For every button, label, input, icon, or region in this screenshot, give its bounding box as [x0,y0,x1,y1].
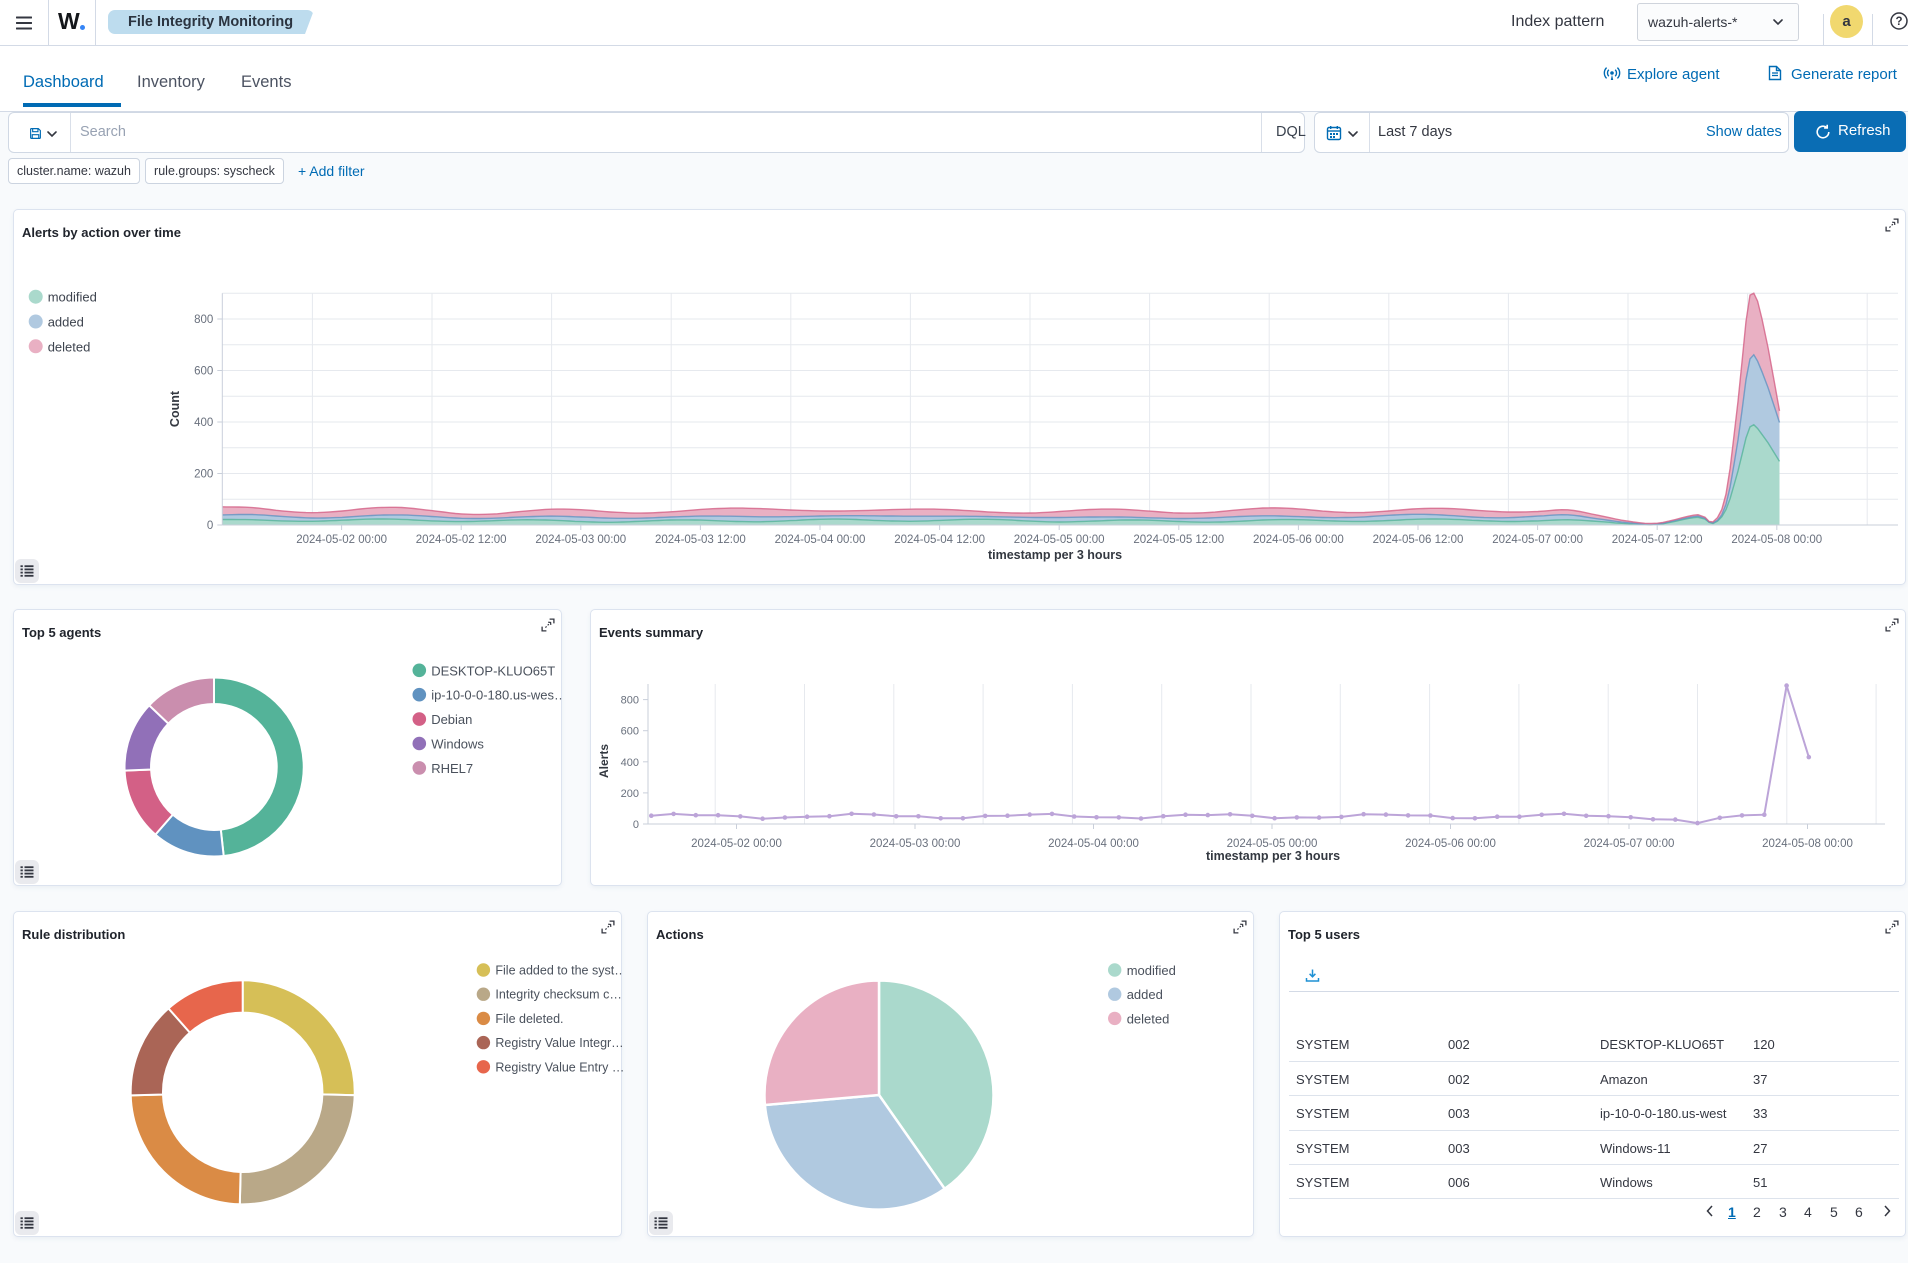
svg-text:timestamp per 3 hours: timestamp per 3 hours [1206,849,1340,863]
svg-text:RHEL7: RHEL7 [431,761,473,776]
svg-text:800: 800 [194,314,213,326]
svg-text:deleted: deleted [48,339,91,354]
svg-text:2024-05-07 12:00: 2024-05-07 12:00 [1612,534,1703,546]
svg-text:2024-05-02 12:00: 2024-05-02 12:00 [416,534,507,546]
svg-text:600: 600 [194,366,213,378]
svg-text:2024-05-07 00:00: 2024-05-07 00:00 [1492,534,1583,546]
svg-text:?: ? [1895,16,1902,28]
svg-text:600: 600 [621,726,639,738]
svg-text:2024-05-04 00:00: 2024-05-04 00:00 [1048,838,1139,850]
svg-text:added: added [1127,987,1163,1002]
svg-text:2024-05-02 00:00: 2024-05-02 00:00 [296,534,387,546]
svg-text:2024-05-06 00:00: 2024-05-06 00:00 [1253,534,1344,546]
svg-text:2024-05-03 00:00: 2024-05-03 00:00 [535,534,626,546]
svg-text:2024-05-04 12:00: 2024-05-04 12:00 [894,534,985,546]
svg-text:2024-05-08 00:00: 2024-05-08 00:00 [1731,534,1822,546]
svg-text:Count: Count [168,390,182,427]
svg-text:Registry Value Entry …: Registry Value Entry … [495,1060,623,1074]
svg-text:400: 400 [621,757,639,769]
svg-text:Integrity checksum c…: Integrity checksum c… [495,988,621,1002]
svg-text:2024-05-05 00:00: 2024-05-05 00:00 [1014,534,1105,546]
svg-text:800: 800 [621,695,639,707]
svg-text:timestamp per 3 hours: timestamp per 3 hours [988,548,1122,562]
svg-text:Registry Value Integr…: Registry Value Integr… [495,1036,623,1050]
svg-text:2024-05-06 12:00: 2024-05-06 12:00 [1373,534,1464,546]
svg-text:0: 0 [633,819,639,831]
svg-text:0: 0 [207,520,213,532]
svg-text:2024-05-04 00:00: 2024-05-04 00:00 [775,534,866,546]
svg-text:200: 200 [621,788,639,800]
svg-text:2024-05-03 00:00: 2024-05-03 00:00 [870,838,961,850]
svg-text:modified: modified [48,290,97,305]
svg-text:Debian: Debian [431,712,472,727]
svg-text:File deleted.: File deleted. [495,1012,563,1026]
svg-text:deleted: deleted [1127,1011,1170,1026]
svg-text:Alerts: Alerts [597,744,611,778]
svg-text:added: added [48,315,84,330]
svg-text:DESKTOP-KLUO65T: DESKTOP-KLUO65T [431,663,555,678]
svg-text:400: 400 [194,417,213,429]
svg-text:200: 200 [194,469,213,481]
svg-text:2024-05-07 00:00: 2024-05-07 00:00 [1584,838,1675,850]
svg-text:2024-05-06 00:00: 2024-05-06 00:00 [1405,838,1496,850]
svg-text:2024-05-05 12:00: 2024-05-05 12:00 [1133,534,1224,546]
svg-text:2024-05-08 00:00: 2024-05-08 00:00 [1762,838,1853,850]
svg-text:ip-10-0-0-180.us-wes…: ip-10-0-0-180.us-wes… [431,688,563,703]
svg-text:File added to the syst…: File added to the syst… [495,964,623,978]
svg-text:modified: modified [1127,963,1176,978]
svg-text:2024-05-03 12:00: 2024-05-03 12:00 [655,534,746,546]
svg-text:2024-05-02 00:00: 2024-05-02 00:00 [691,838,782,850]
svg-text:Windows: Windows [431,737,484,752]
